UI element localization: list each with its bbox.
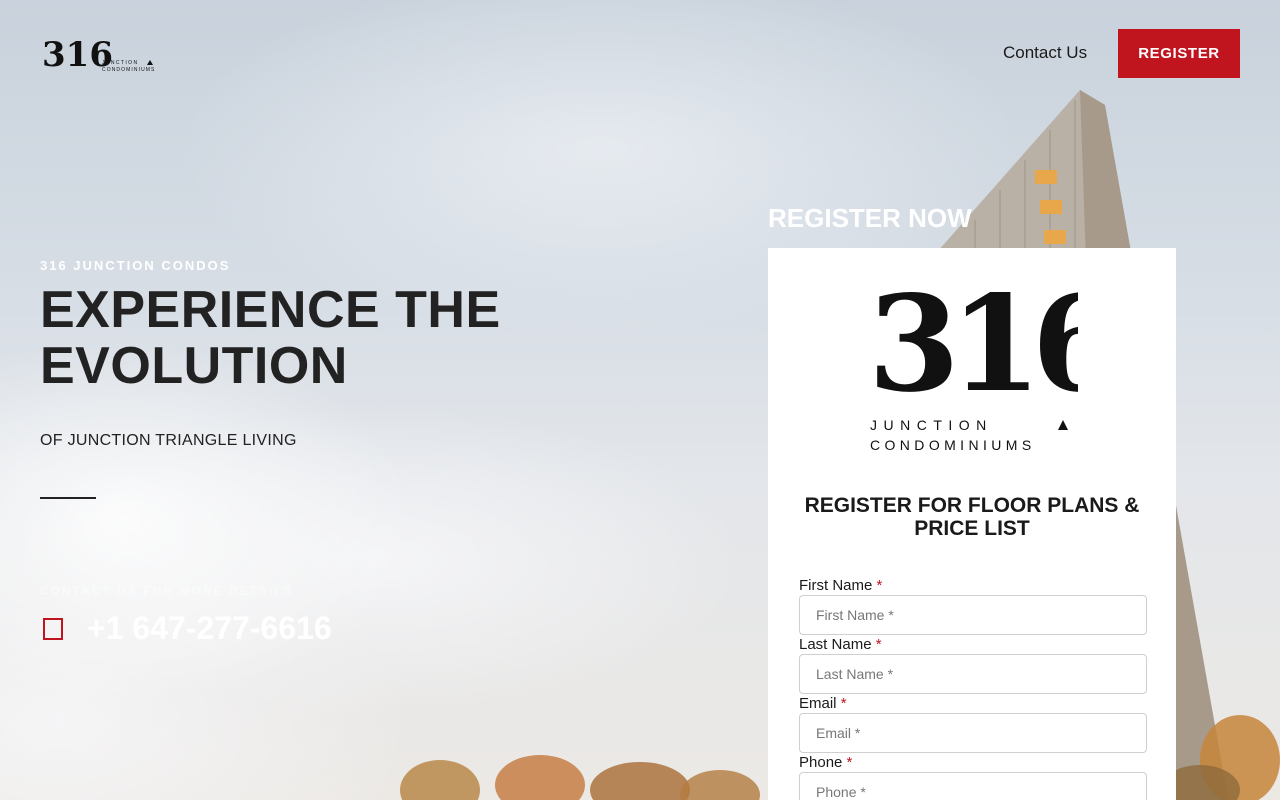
logo[interactable]: 316 JUNCTION CONDOMINIUMS xyxy=(42,34,160,74)
logo-line1: JUNCTION xyxy=(102,60,138,66)
last-name-input[interactable] xyxy=(799,654,1147,694)
form-heading: REGISTER FOR FLOOR PLANS & PRICE LIST xyxy=(804,494,1140,540)
register-now-title: REGISTER NOW xyxy=(768,203,972,233)
brand-logo: 316 JUNCTION CONDOMINIUMS xyxy=(868,272,1078,453)
brand-logo-number: 316 xyxy=(868,272,1078,422)
phone-label: Phone * xyxy=(799,754,853,771)
first-name-input[interactable] xyxy=(799,595,1147,635)
hero-eyebrow: 316 JUNCTION CONDOS xyxy=(40,258,231,273)
register-panel: 316 JUNCTION CONDOMINIUMS REGISTER FOR F… xyxy=(768,248,1176,800)
phone-input[interactable] xyxy=(799,772,1147,800)
contact-us-link[interactable]: Contact Us xyxy=(1003,43,1087,63)
hero-headline: EXPERIENCE THE EVOLUTION xyxy=(40,281,501,395)
phone-icon xyxy=(43,617,63,640)
phone-row[interactable]: +1 647-277-6616 xyxy=(40,610,332,647)
logo-triangle-icon xyxy=(147,60,153,65)
email-input[interactable] xyxy=(799,713,1147,753)
hero-subline: OF JUNCTION TRIANGLE LIVING xyxy=(40,432,297,449)
logo-line2: CONDOMINIUMS xyxy=(102,67,155,73)
last-name-label: Last Name * xyxy=(799,636,882,653)
brand-logo-line1: JUNCTION xyxy=(870,417,993,433)
brand-logo-line2: CONDOMINIUMS xyxy=(870,437,1036,453)
email-label: Email * xyxy=(799,695,847,712)
register-button[interactable]: REGISTER xyxy=(1118,29,1240,78)
first-name-label: First Name * xyxy=(799,577,883,594)
phone-number[interactable]: +1 647-277-6616 xyxy=(87,610,332,647)
hero-divider xyxy=(40,497,96,499)
contact-caption: CONTACT US FOR MORE DETAILS xyxy=(40,584,294,598)
